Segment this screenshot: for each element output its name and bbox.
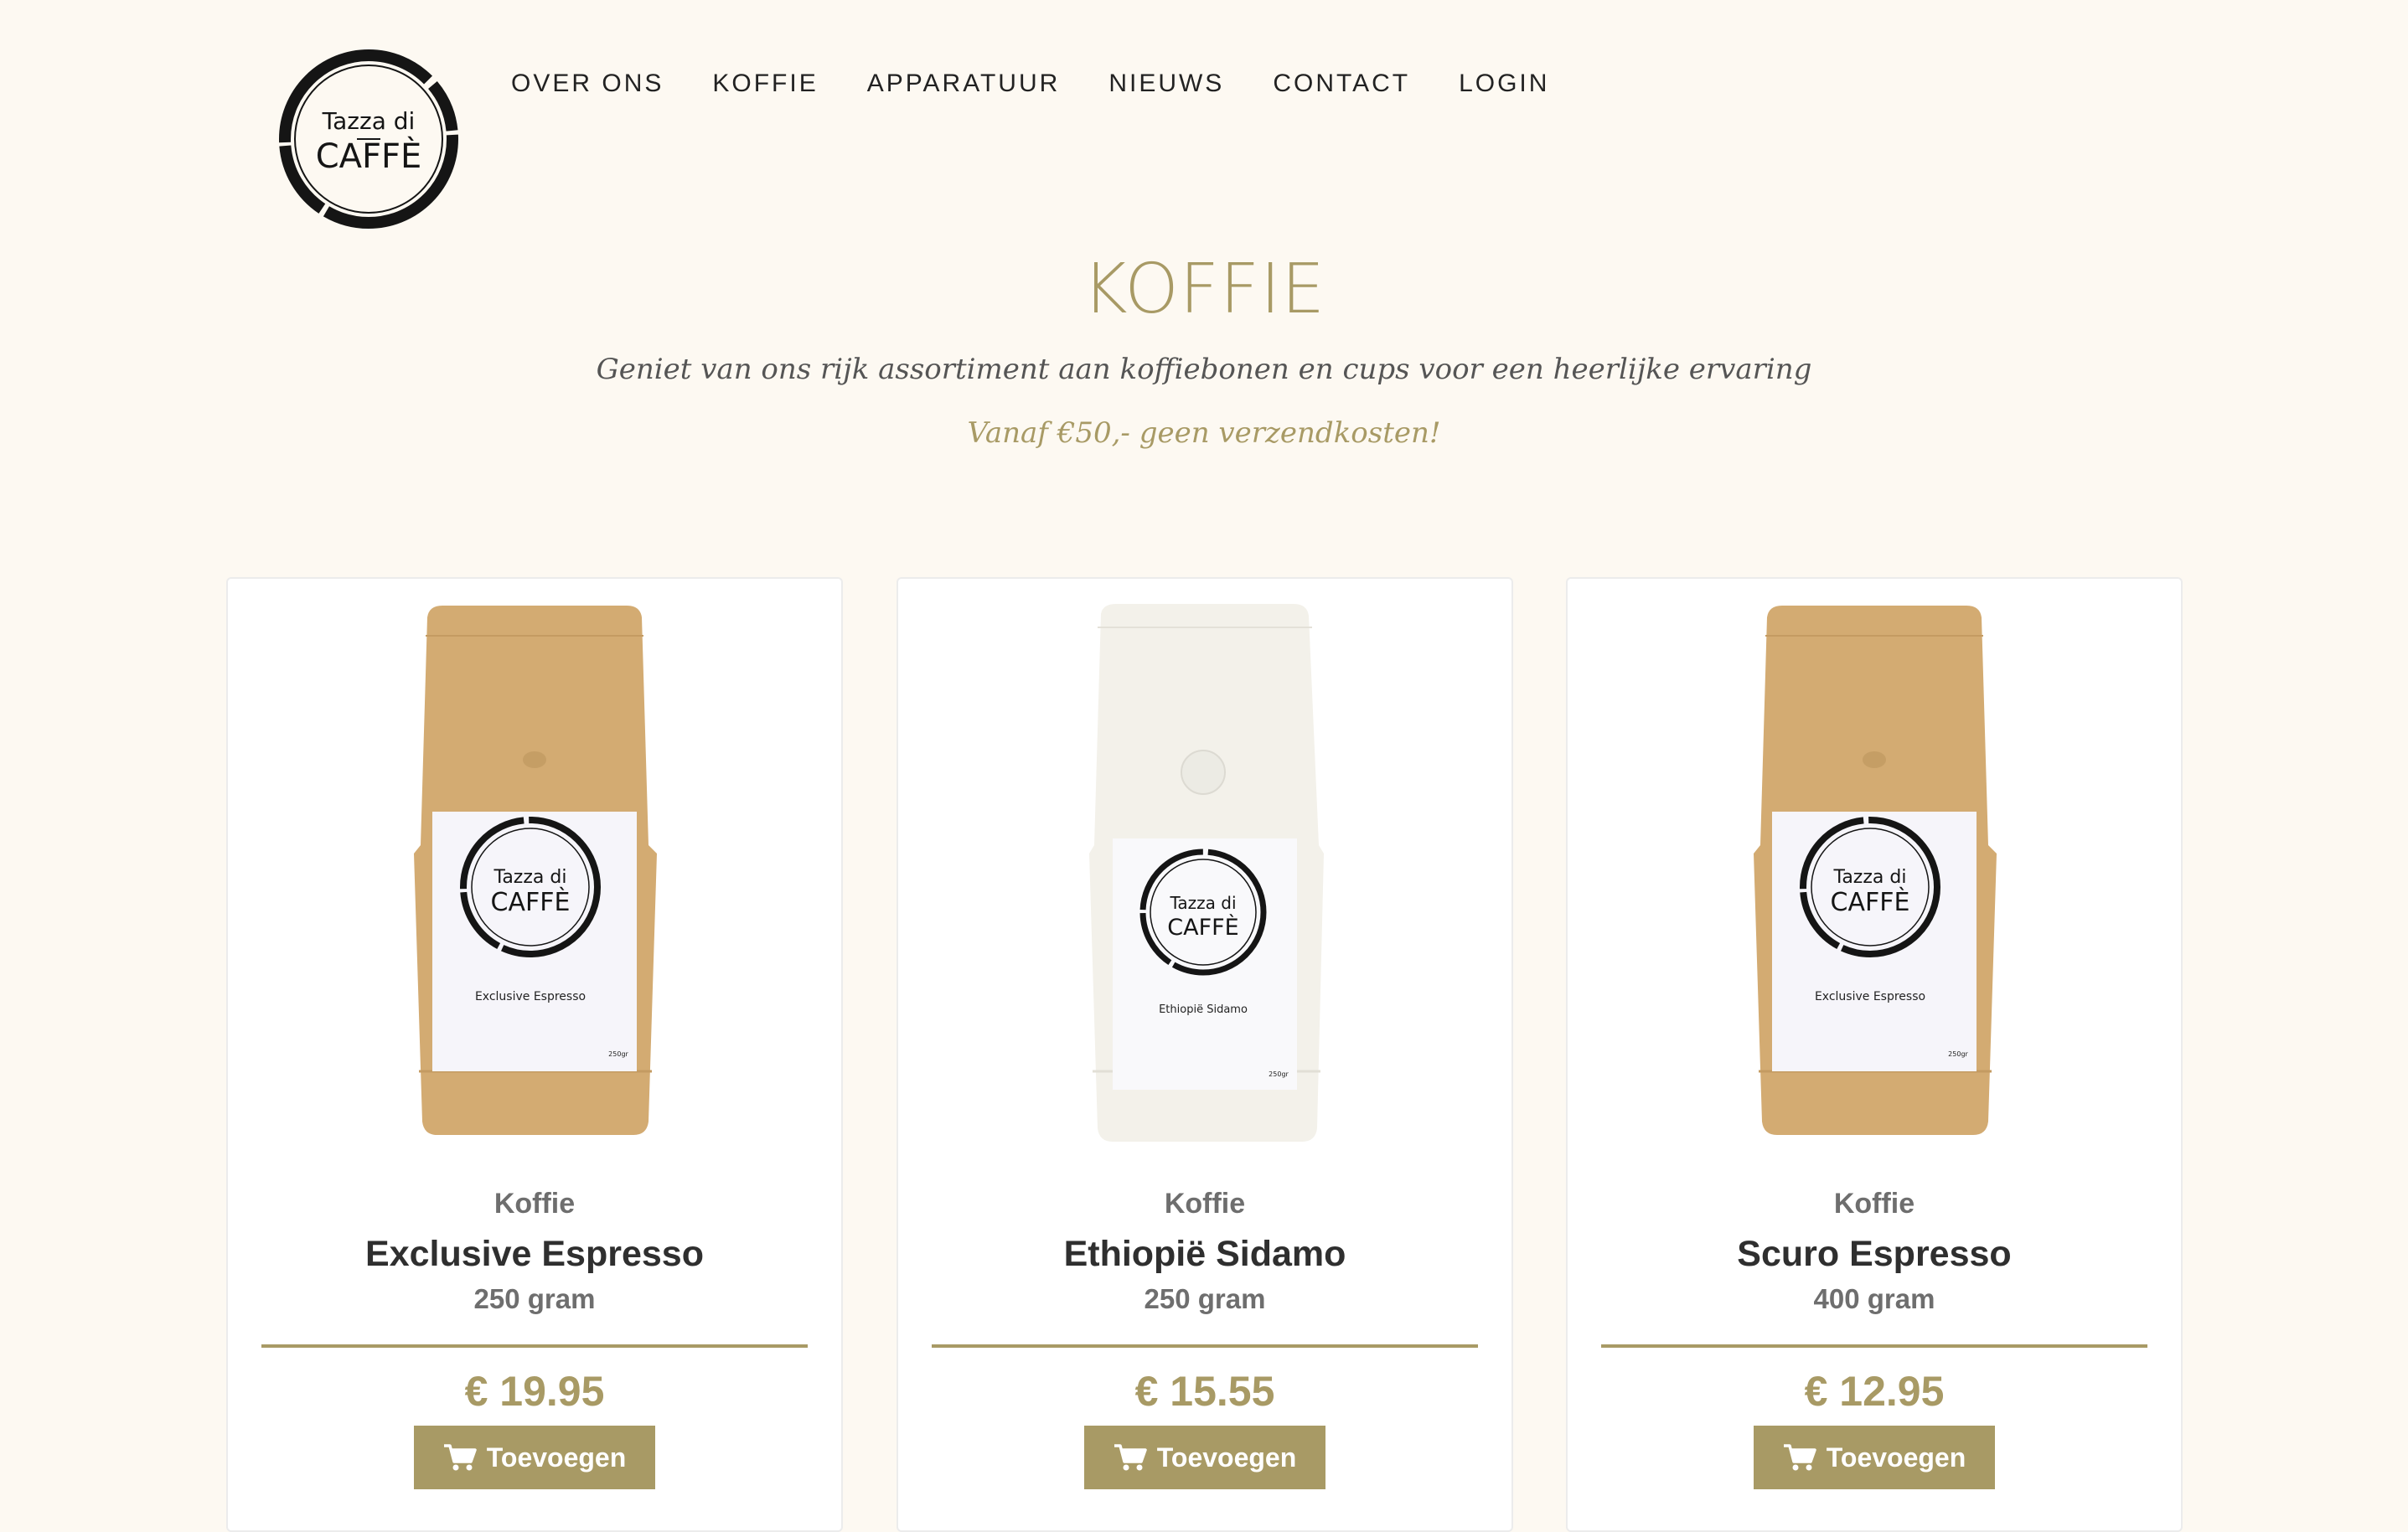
main-nav: OVER ONS KOFFIE APPARATUUR NIEUWS CONTAC…	[511, 67, 1598, 101]
bag-label-text: Exclusive Espresso	[475, 990, 586, 1003]
product-weight: 250 gram	[473, 1283, 596, 1314]
bag-logo-top: Tazza di	[493, 867, 567, 888]
product-price: € 19.95	[464, 1368, 605, 1415]
bag-logo-top: Tazza di	[1833, 867, 1907, 888]
bag-label-weight: 250gr	[1948, 1050, 1968, 1058]
coffee-ring-logo-icon: Tazza di CAFFÈ	[279, 49, 458, 229]
logo-text-bottom: CAFFÈ	[316, 136, 422, 176]
bag-logo-bottom: CAFFÈ	[1831, 887, 1910, 917]
nav-over-ons[interactable]: OVER ONS	[511, 67, 664, 101]
product-weight: 250 gram	[1144, 1283, 1266, 1314]
logo-text-top: Tazza di	[322, 107, 416, 135]
product-card[interactable]: Tazza di CAFFÈ Ethiopië Sidamo 250gr Kof…	[897, 577, 1513, 1532]
product-image[interactable]: Tazza di CAFFÈ Exclusive Espresso 250gr	[1568, 602, 2181, 1147]
divider	[932, 1344, 1478, 1348]
product-image[interactable]: Tazza di CAFFÈ Ethiopië Sidamo 250gr	[898, 602, 1511, 1147]
product-name[interactable]: Scuro Espresso	[1568, 1230, 2181, 1277]
nav-koffie[interactable]: KOFFIE	[712, 67, 818, 101]
bag-logo-bottom: CAFFÈ	[1167, 914, 1238, 941]
product-category: Koffie	[1164, 1188, 1246, 1220]
product-price: € 12.95	[1804, 1368, 1945, 1415]
brand-logo[interactable]: Tazza di CAFFÈ	[275, 45, 462, 233]
bag-label-weight: 250gr	[608, 1050, 628, 1058]
product-category: Koffie	[493, 1188, 576, 1220]
product-weight: 400 gram	[1813, 1283, 1935, 1314]
page-title: KOFFIE	[1082, 250, 1326, 329]
add-to-cart-label: Toevoegen	[1826, 1442, 1966, 1473]
bag-logo-bottom: CAFFÈ	[491, 887, 571, 917]
add-to-cart-button[interactable]: Toevoegen	[1084, 1426, 1325, 1489]
coffee-bag-image: Tazza di CAFFÈ Ethiopië Sidamo 250gr	[1089, 604, 1324, 1142]
page-subtitle: Geniet van ons rijk assortiment aan koff…	[596, 353, 1812, 386]
product-image[interactable]: Tazza di CAFFÈ Exclusive Espresso 250gr	[228, 602, 841, 1147]
divider	[261, 1344, 808, 1348]
bag-label-text: Ethiopië Sidamo	[1159, 1003, 1248, 1016]
shipping-note: Vanaf €50,- geen verzendkosten!	[967, 416, 1441, 450]
add-to-cart-button[interactable]: Toevoegen	[1754, 1426, 1995, 1489]
product-name[interactable]: Exclusive Espresso	[228, 1230, 841, 1277]
add-to-cart-label: Toevoegen	[1156, 1442, 1297, 1473]
shopping-cart-icon	[1114, 1444, 1147, 1471]
coffee-bag-image: Tazza di CAFFÈ Exclusive Espresso 250gr	[414, 606, 657, 1135]
nav-nieuws[interactable]: NIEUWS	[1108, 67, 1224, 101]
shopping-cart-icon	[443, 1444, 477, 1471]
product-price: € 15.55	[1134, 1368, 1275, 1415]
divider	[1601, 1344, 2147, 1348]
nav-contact[interactable]: CONTACT	[1273, 67, 1410, 101]
add-to-cart-button[interactable]: Toevoegen	[414, 1426, 655, 1489]
bag-label-text: Exclusive Espresso	[1815, 990, 1925, 1003]
bag-logo-top: Tazza di	[1169, 893, 1236, 913]
product-card[interactable]: Tazza di CAFFÈ Exclusive Espresso 250gr …	[226, 577, 843, 1532]
product-category: Koffie	[1833, 1188, 1915, 1220]
coffee-bag-image: Tazza di CAFFÈ Exclusive Espresso 250gr	[1754, 606, 1997, 1135]
product-name[interactable]: Ethiopië Sidamo	[898, 1230, 1511, 1277]
nav-apparatuur[interactable]: APPARATUUR	[867, 67, 1061, 101]
product-card[interactable]: Tazza di CAFFÈ Exclusive Espresso 250gr …	[1566, 577, 2183, 1532]
add-to-cart-label: Toevoegen	[486, 1442, 627, 1473]
nav-login[interactable]: LOGIN	[1459, 67, 1549, 101]
bag-label-weight: 250gr	[1269, 1070, 1289, 1078]
shopping-cart-icon	[1783, 1444, 1816, 1471]
